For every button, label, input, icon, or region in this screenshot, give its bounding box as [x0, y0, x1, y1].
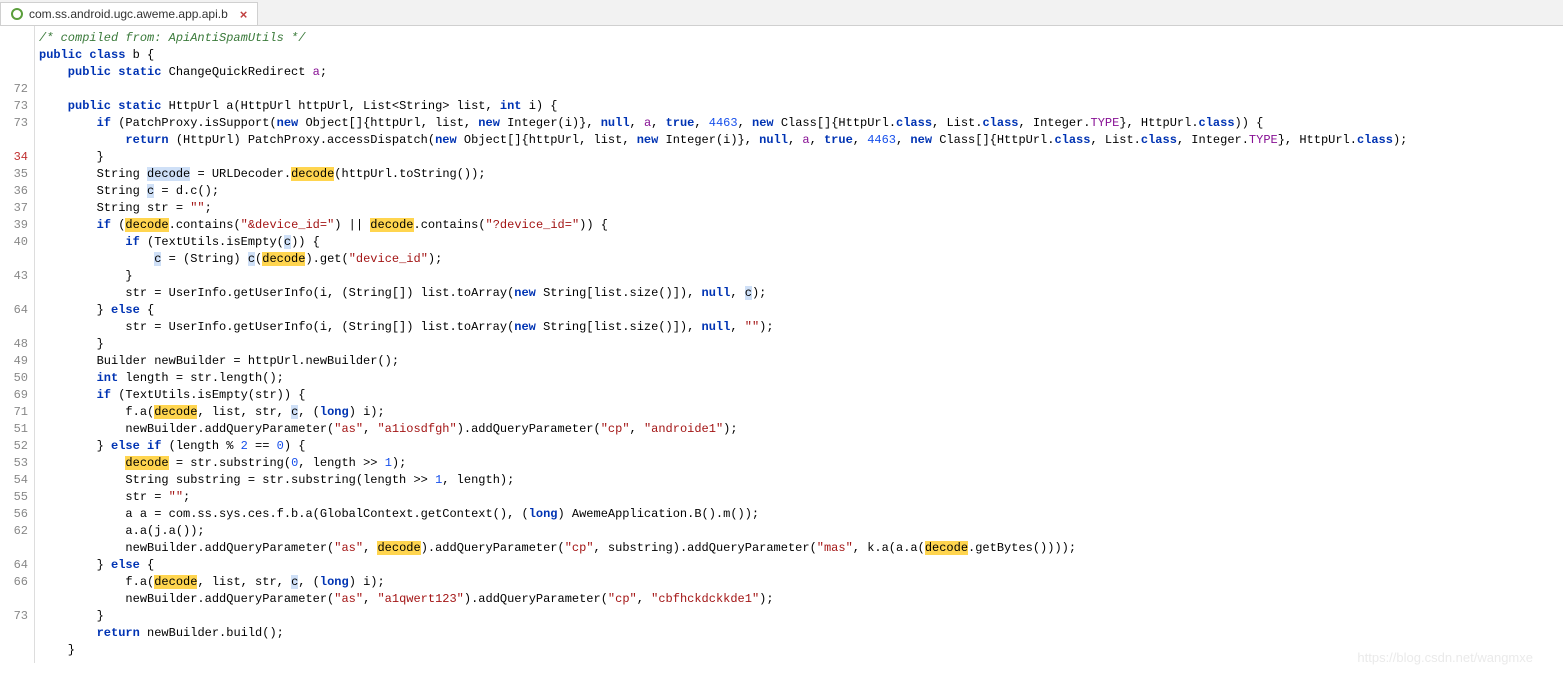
class-icon	[11, 8, 23, 20]
line-number-gutter: 7273733435363739404364484950697151525354…	[0, 26, 34, 663]
code-area[interactable]: /* compiled from: ApiAntiSpamUtils */ pu…	[34, 26, 1563, 663]
close-icon[interactable]: ×	[240, 7, 248, 22]
editor-tab[interactable]: com.ss.android.ugc.aweme.app.api.b ×	[0, 2, 258, 25]
code-editor[interactable]: 7273733435363739404364484950697151525354…	[0, 26, 1563, 663]
watermark: https://blog.csdn.net/wangmxe	[1357, 650, 1533, 665]
editor-tab-bar: com.ss.android.ugc.aweme.app.api.b ×	[0, 0, 1563, 26]
tab-label: com.ss.android.ugc.aweme.app.api.b	[29, 7, 228, 21]
